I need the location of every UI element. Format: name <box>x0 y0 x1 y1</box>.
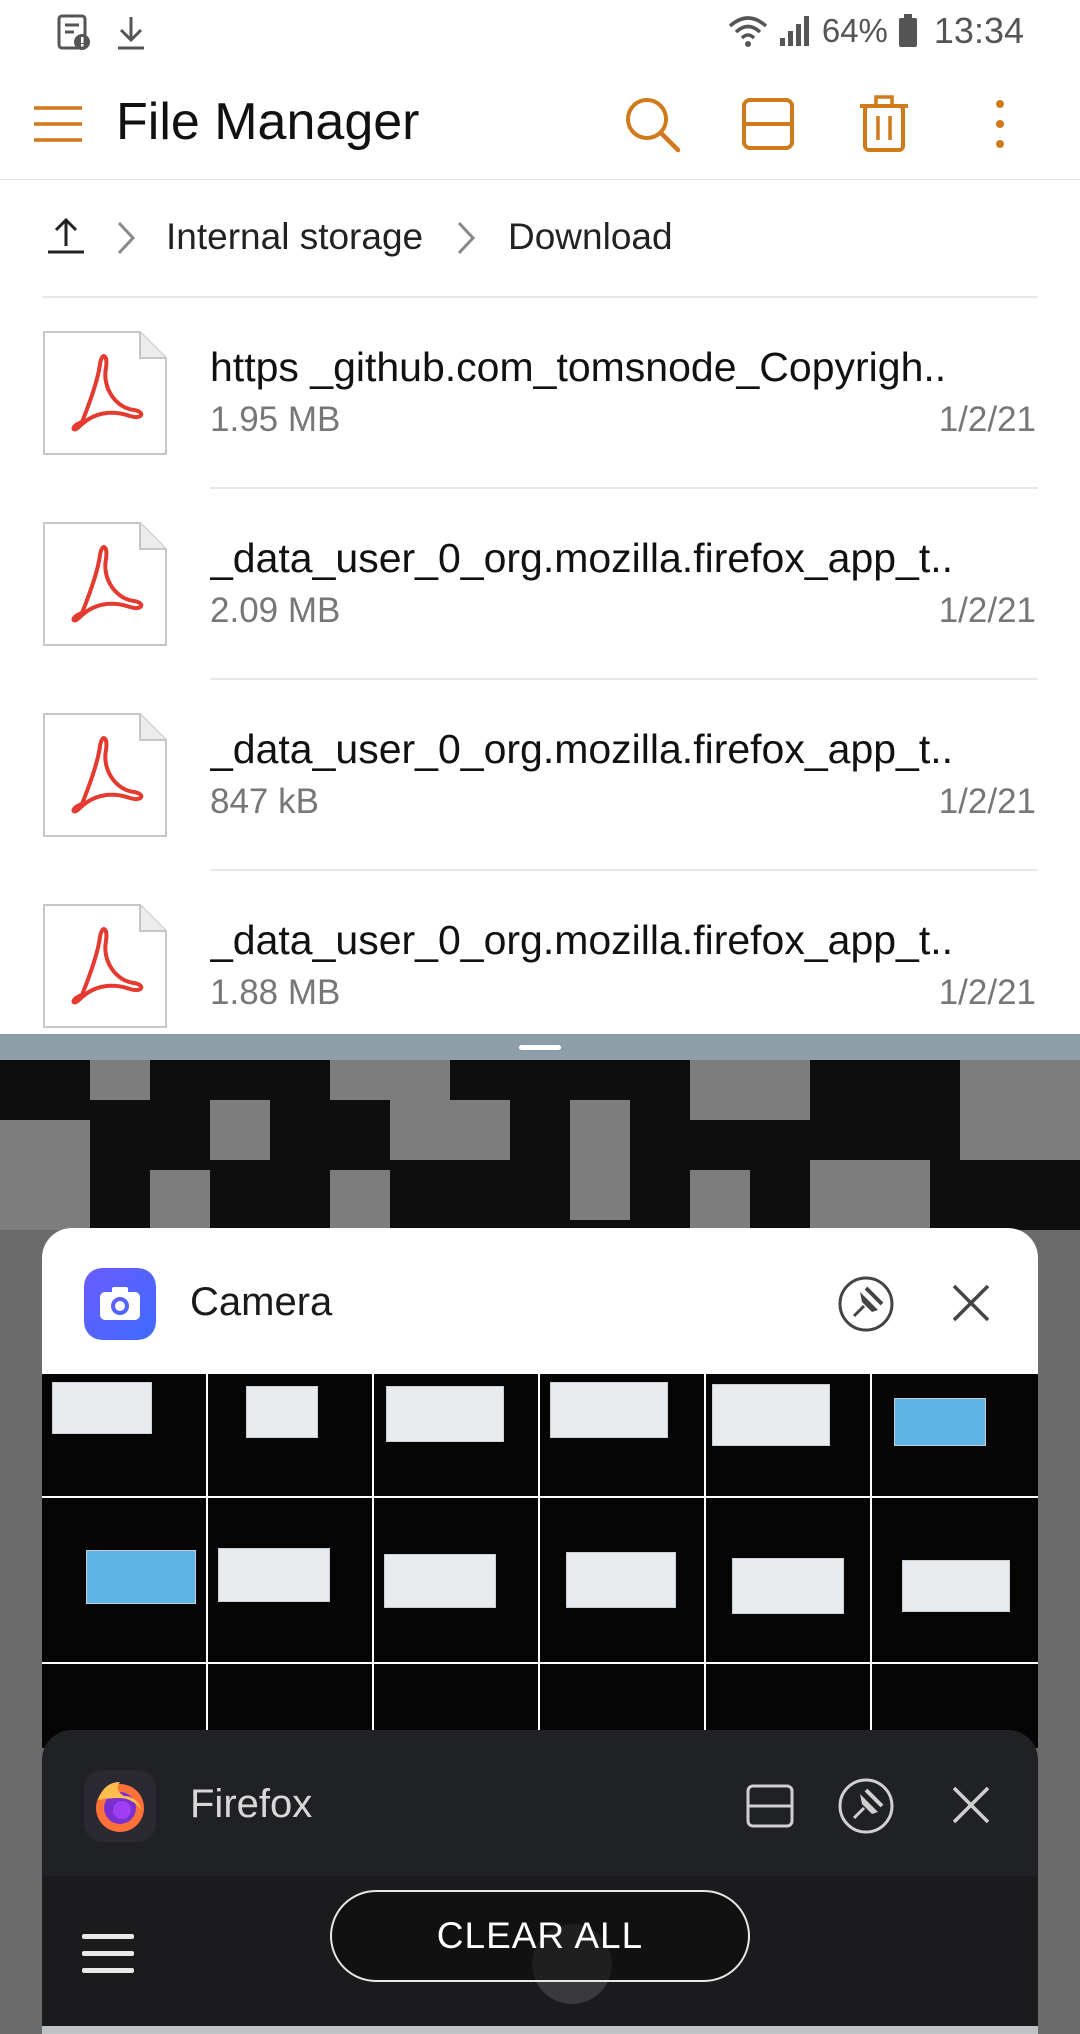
document-thumb <box>52 1382 152 1434</box>
status-clock: 13:34 <box>933 10 1024 51</box>
preview-strip <box>42 2026 1038 2034</box>
file-date: 1/2/21 <box>938 400 1036 439</box>
photo-thumbnail <box>42 1374 206 1496</box>
split-view-icon[interactable] <box>740 1776 800 1836</box>
card-app-title: Camera <box>190 1280 333 1324</box>
file-row[interactable]: _data_user_0_org.mozilla.firefox_app_t..… <box>0 678 1080 869</box>
file-size: 1.88 MB <box>210 973 341 1012</box>
file-size: 1.95 MB <box>210 400 341 439</box>
qr-thumb <box>894 1398 986 1446</box>
close-icon[interactable] <box>946 1278 996 1328</box>
photo-thumbnail <box>706 1374 870 1496</box>
chevron-right-icon <box>457 221 476 255</box>
pdf-file-icon <box>43 331 167 455</box>
app-bar: File Manager <box>0 66 1080 180</box>
camera-thumbnail-grid <box>42 1374 1038 1748</box>
backdrop-block <box>960 1060 1080 1160</box>
status-bar: 64% 13:34 <box>0 0 1080 66</box>
file-row[interactable]: _data_user_0_org.mozilla.firefox_app_t..… <box>0 487 1080 678</box>
document-thumb <box>386 1386 504 1442</box>
sim-card-alert-icon <box>57 14 90 50</box>
file-date: 1/2/21 <box>938 591 1036 630</box>
recent-card-camera[interactable]: Camera <box>42 1228 1038 1748</box>
document-thumb <box>246 1386 318 1438</box>
file-name: _data_user_0_org.mozilla.firefox_app_t.. <box>210 726 954 772</box>
page-title: File Manager <box>116 93 420 151</box>
document-thumb <box>218 1548 330 1602</box>
file-date: 1/2/21 <box>938 973 1036 1012</box>
breadcrumb-download[interactable]: Download <box>508 216 673 258</box>
photo-thumbnail <box>42 1498 206 1662</box>
photo-thumbnail <box>374 1498 538 1662</box>
document-thumb <box>712 1384 830 1446</box>
battery-percent: 64% <box>821 12 888 49</box>
delete-icon[interactable] <box>852 92 916 156</box>
file-name: https _github.com_tomsnode_Copyrigh.. <box>210 344 947 390</box>
search-icon[interactable] <box>620 92 684 156</box>
split-screen-handle[interactable] <box>519 1045 561 1050</box>
download-icon <box>118 17 144 50</box>
split-view-icon[interactable] <box>736 92 800 156</box>
photo-thumbnail <box>872 1374 1038 1496</box>
photo-thumbnail <box>540 1498 704 1662</box>
file-row[interactable]: _data_user_0_org.mozilla.firefox_app_t..… <box>0 869 1080 1034</box>
pdf-file-icon <box>43 713 167 837</box>
wifi-icon <box>728 16 768 47</box>
photo-thumbnail <box>208 1498 372 1662</box>
signal-icon <box>779 16 809 46</box>
navigate-up-icon[interactable] <box>44 214 88 258</box>
photo-thumbnail <box>872 1498 1038 1662</box>
qr-thumb <box>86 1550 196 1604</box>
backdrop-block <box>90 1060 150 1100</box>
backdrop-block <box>0 1120 90 1230</box>
backdrop-block <box>330 1170 390 1230</box>
hamburger-menu-icon <box>82 1934 134 1973</box>
card-app-title: Firefox <box>190 1782 313 1826</box>
backdrop-block <box>390 1100 510 1160</box>
backdrop-block <box>810 1160 930 1230</box>
document-thumb <box>384 1554 496 1608</box>
card-header: Firefox <box>42 1730 1038 1876</box>
clear-all-button[interactable]: CLEAR ALL <box>330 1890 750 1982</box>
file-name: _data_user_0_org.mozilla.firefox_app_t.. <box>210 917 954 963</box>
backdrop-block <box>690 1170 750 1230</box>
file-manager-window: 64% 13:34 File Manager Internal storage … <box>0 0 1080 1034</box>
photo-thumbnail <box>706 1498 870 1662</box>
backdrop-block <box>330 1060 450 1100</box>
more-icon[interactable] <box>968 92 1032 156</box>
document-thumb <box>732 1558 844 1614</box>
backdrop-block <box>150 1170 210 1230</box>
firefox-icon <box>84 1770 156 1842</box>
camera-icon <box>84 1268 156 1340</box>
photo-thumbnail <box>540 1374 704 1496</box>
document-thumb <box>902 1560 1010 1612</box>
breadcrumb: Internal storage Download <box>0 180 1080 296</box>
recent-card-firefox[interactable]: Firefox <box>42 1730 1038 2034</box>
split-screen-divider[interactable] <box>0 1034 1080 1060</box>
pin-icon[interactable] <box>836 1776 896 1836</box>
chevron-right-icon <box>117 221 136 255</box>
file-row[interactable]: https _github.com_tomsnode_Copyrigh.. 1.… <box>0 296 1080 487</box>
file-name: _data_user_0_org.mozilla.firefox_app_t.. <box>210 535 954 581</box>
battery-icon <box>898 14 917 47</box>
pin-icon[interactable] <box>836 1274 896 1334</box>
file-size: 2.09 MB <box>210 591 341 630</box>
backdrop-block <box>570 1100 630 1220</box>
backdrop-block <box>210 1100 270 1160</box>
document-thumb <box>566 1552 676 1608</box>
file-size: 847 kB <box>210 782 319 821</box>
close-icon[interactable] <box>946 1780 996 1830</box>
pdf-file-icon <box>43 522 167 646</box>
photo-thumbnail <box>208 1374 372 1496</box>
card-header: Camera <box>42 1228 1038 1374</box>
document-thumb <box>550 1382 668 1438</box>
file-date: 1/2/21 <box>938 782 1036 821</box>
photo-thumbnail <box>374 1374 538 1496</box>
backdrop-block <box>690 1060 810 1120</box>
breadcrumb-internal-storage[interactable]: Internal storage <box>166 216 423 258</box>
pdf-file-icon <box>43 904 167 1028</box>
menu-icon[interactable] <box>30 96 86 152</box>
